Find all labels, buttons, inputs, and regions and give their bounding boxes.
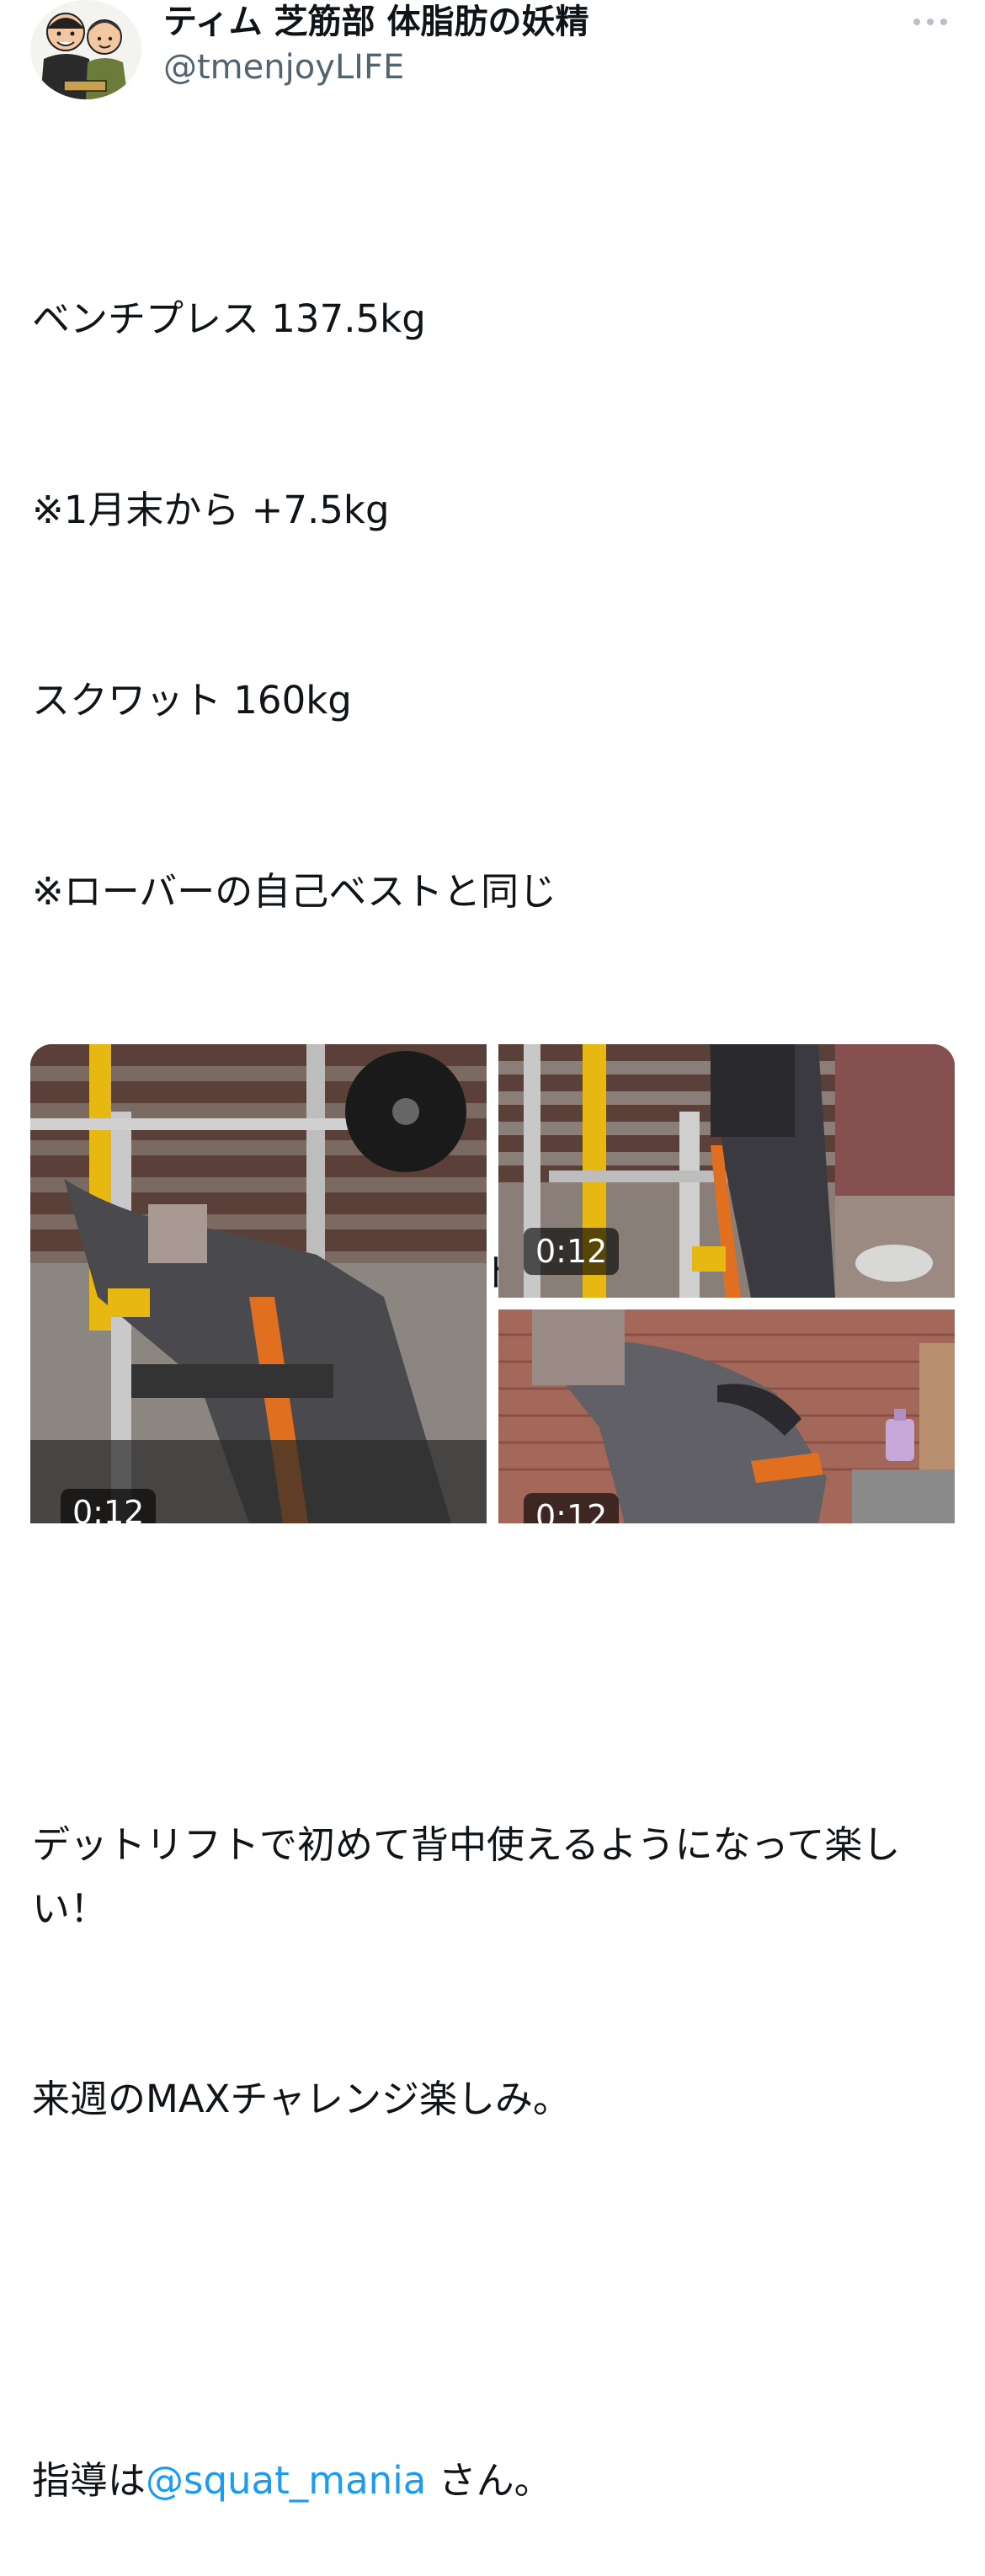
video-frame-image bbox=[30, 1044, 487, 1523]
more-horizontal-icon bbox=[913, 19, 947, 25]
display-name[interactable]: ティム 芝筋部 体脂肪の妖精 bbox=[163, 2, 588, 42]
video-duration-badge: 0:12 bbox=[61, 1489, 157, 1523]
tweet-line-prefix: 指導は bbox=[32, 2458, 146, 2503]
mention-link[interactable]: @squat_mania bbox=[146, 2458, 426, 2503]
video-thumbnail-deadlift[interactable]: 0:12 bbox=[498, 1309, 955, 1523]
media-grid: 0:12 0:12 0:12 bbox=[30, 1044, 955, 1523]
tweet-line: デットリフトで初めて背中使えるようになって楽しい！ bbox=[32, 1822, 901, 1931]
avatar-cartoon-icon bbox=[30, 0, 141, 99]
video-thumbnail-bench-press[interactable]: 0:12 bbox=[30, 1044, 487, 1523]
tweet-line: ※ローバーの自己ベストと同じ bbox=[32, 868, 557, 914]
video-duration-badge: 0:12 bbox=[524, 1228, 620, 1275]
more-button[interactable] bbox=[909, 8, 951, 35]
tweet-header: ティム 芝筋部 体脂肪の妖精 @tmenjoyLIFE bbox=[0, 0, 985, 109]
tweet-mention-line: 指導は@squat_mania さん。 bbox=[32, 2449, 958, 2513]
user-handle[interactable]: @tmenjoyLIFE bbox=[163, 47, 404, 88]
tweet-line: スクワット 160kg bbox=[32, 678, 352, 723]
tweet-line: ベンチプレス 137.5kg bbox=[32, 296, 426, 341]
avatar[interactable] bbox=[30, 0, 141, 99]
video-duration-badge: 0:12 bbox=[524, 1493, 620, 1523]
tweet-line: ※1月末から +7.5kg bbox=[32, 487, 390, 532]
video-frame-image bbox=[498, 1309, 955, 1523]
video-thumbnail-squat[interactable]: 0:12 bbox=[498, 1044, 955, 1298]
tweet-line-suffix: さん。 bbox=[426, 2458, 552, 2503]
tweet-line: 来週のMAXチャレンジ楽しみ。 bbox=[32, 2077, 571, 2121]
